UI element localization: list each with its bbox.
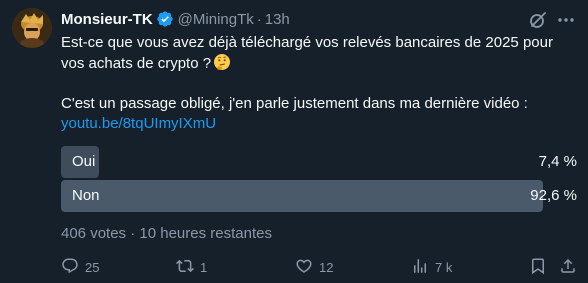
poll-time-remaining: 10 heures restantes	[139, 225, 272, 242]
tweet-text-video: C'est un passage obligé, j'en parle just…	[61, 95, 528, 112]
poll-meta-separator: ·	[130, 225, 136, 242]
poll-option-percent: 7,4 %	[538, 153, 577, 170]
reply-button[interactable]: 25	[61, 256, 99, 278]
author-handle[interactable]: @MiningTk	[178, 11, 254, 28]
heart-icon	[295, 257, 313, 278]
repost-icon	[176, 257, 194, 278]
share-icon	[559, 257, 577, 278]
grok-icon[interactable]	[528, 10, 548, 30]
bookmark-button[interactable]	[529, 256, 547, 278]
poll-option-non: Non 92,6 %	[61, 180, 581, 212]
tweet-header: Monsieur-TK @MiningTk · 13h	[61, 9, 290, 29]
reply-count: 25	[85, 259, 100, 275]
reply-icon	[61, 257, 79, 278]
display-name[interactable]: Monsieur-TK	[61, 11, 153, 28]
repost-button[interactable]: 1	[176, 256, 207, 278]
repost-count: 1	[200, 259, 208, 275]
views-count: 7 k	[435, 259, 453, 275]
post-time[interactable]: 13h	[265, 11, 290, 28]
poll-option-percent: 92,6 %	[530, 187, 577, 204]
tweet-text-question: Est-ce que vous avez déjà téléchargé vos…	[61, 33, 571, 74]
like-count: 12	[319, 259, 334, 275]
avatar[interactable]	[12, 8, 52, 48]
more-options-icon[interactable]	[556, 10, 576, 30]
views-button[interactable]: 7 k	[411, 256, 452, 278]
views-chart-icon	[411, 257, 429, 278]
share-button[interactable]	[559, 256, 577, 278]
poll-bar-non	[61, 180, 543, 212]
question-text: Est-ce que vous avez déjà téléchargé vos…	[61, 34, 553, 72]
tweet-text: Est-ce que vous avez déjà téléchargé vos…	[61, 33, 571, 134]
verified-badge-icon	[156, 10, 174, 28]
like-button[interactable]: 12	[295, 256, 333, 278]
bookmark-icon	[529, 257, 547, 278]
poll-option-label: Oui	[72, 153, 96, 170]
action-bar: 25 1 12 7 k	[61, 256, 581, 278]
thinking-face-icon	[213, 53, 231, 71]
tweet[interactable]: Monsieur-TK @MiningTk · 13h Est-ce que v…	[0, 0, 588, 283]
poll-option-oui: Oui 7,4 %	[61, 146, 581, 178]
poll-votes: 406 votes	[61, 225, 127, 242]
poll-option-label: Non	[72, 187, 100, 204]
header-separator: ·	[256, 10, 262, 28]
video-link[interactable]: youtu.be/8tqUImyIXmU	[61, 115, 216, 132]
poll-meta: 406 votes · 10 heures restantes	[61, 225, 272, 242]
